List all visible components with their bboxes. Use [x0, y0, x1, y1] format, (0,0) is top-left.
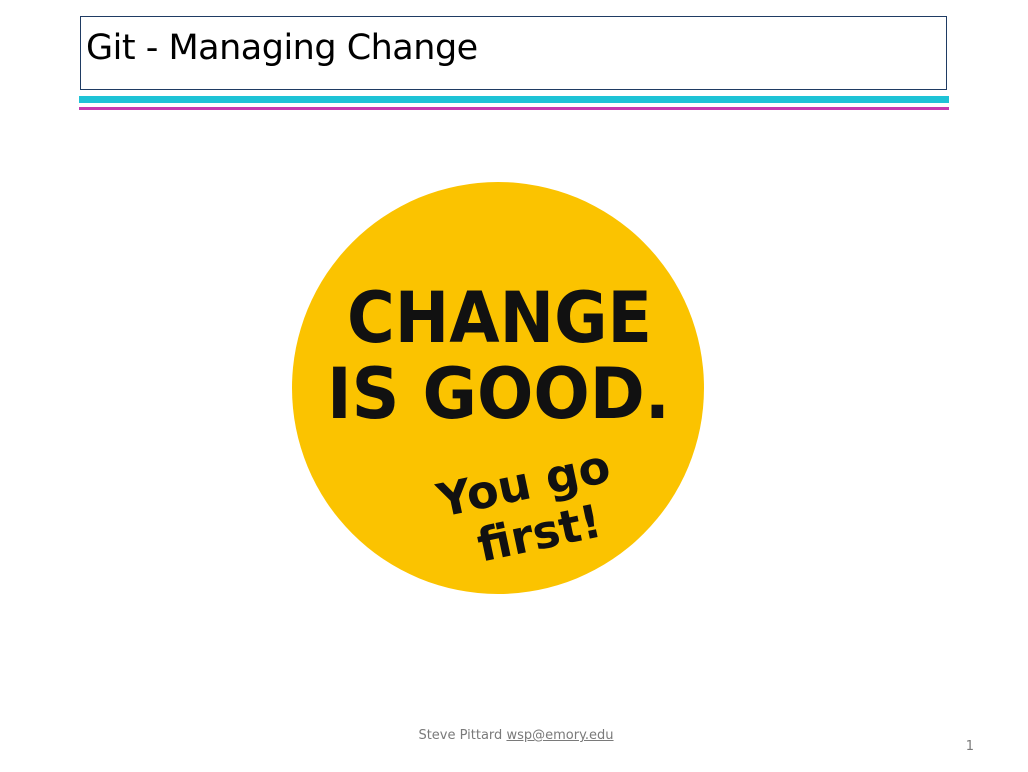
change-is-good-badge: CHANGE IS GOOD. You go first!	[292, 182, 704, 594]
footer-author: Steve Pittard	[418, 728, 503, 743]
title-underline-cyan	[79, 96, 949, 103]
title-underline-magenta	[79, 107, 949, 110]
badge-line-is-good: IS GOOD.	[327, 353, 670, 435]
footer-email-link[interactable]: wsp@emory.edu	[506, 728, 613, 743]
badge-line-change: CHANGE	[347, 277, 652, 359]
slide-title: Git - Managing Change	[86, 28, 478, 68]
title-box: Git - Managing Change	[80, 16, 947, 90]
page-number: 1	[965, 739, 974, 754]
footer: Steve Pittard wsp@emory.edu	[0, 728, 1028, 743]
slide: Git - Managing Change CHANGE IS GOOD. Yo…	[0, 0, 1028, 772]
